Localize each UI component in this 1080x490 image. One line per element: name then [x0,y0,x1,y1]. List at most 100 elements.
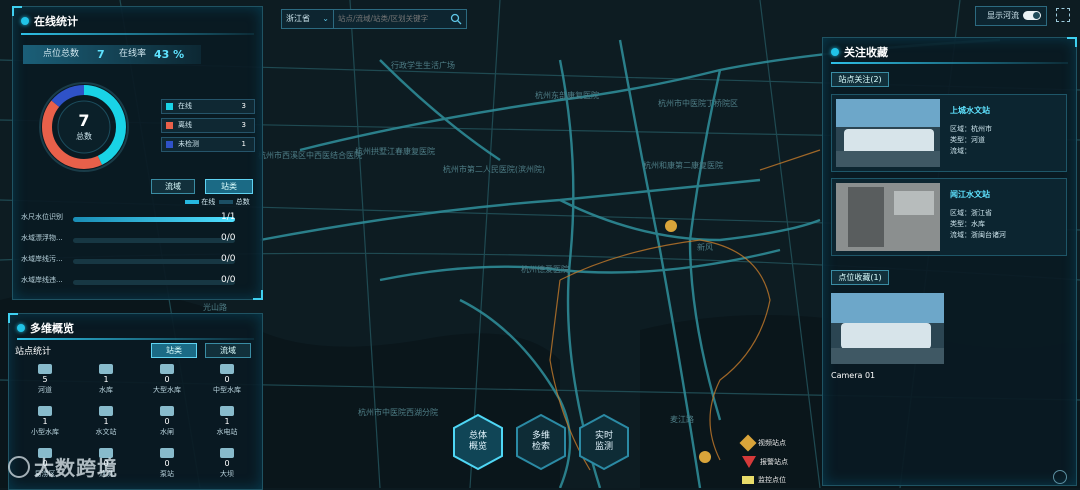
fullscreen-icon[interactable] [1056,8,1070,22]
station-photo [836,99,940,167]
toggle-switch[interactable] [1023,11,1041,20]
legend-offline: 离线 3 [161,118,255,133]
station-stat-count: 1 [103,375,109,384]
map-label: 杭州市第二人民医院(滨州院) [443,164,545,174]
total-value: 7 [97,48,105,61]
station-stat-label: 中型水库 [213,386,241,394]
progress-track [73,280,235,285]
title-dot-icon [17,324,25,332]
legend-alarm-station: 报警站点 [742,456,788,468]
station-card[interactable]: 闻江水文站 区域：浙江省 类型：水库 流域：浙闽台诸河 [831,178,1067,256]
station-stats-label: 站点统计 [15,347,52,357]
station-type-icon [99,364,113,374]
station-stat-item[interactable]: 0 大型水库 [147,364,187,395]
favorites-panel: 关注收藏 站点关注(2) 上城水文站 区域：杭州市 类型：河道 流域： 闻江水文… [822,37,1077,486]
progress-row: 水域岸线违... 0/0 [21,275,261,289]
map-label: 新风 [697,242,713,252]
rate-value: 43 % [154,48,185,61]
progress-label: 水域岸线违... [21,276,63,284]
station-type-icon [220,364,234,374]
progress-track [73,217,235,222]
map-label: 杭州东部康复医院 [535,90,599,100]
station-type-icon [220,448,234,458]
station-stat-count: 1 [42,417,48,426]
station-type-icon [38,406,52,416]
online-stats-panel: 在线统计 点位总数 7 在线率 43 % 7 总数 在线 3 离线 3 未检测 1 流… [12,6,263,300]
progress-value: 1/1 [221,212,236,222]
station-photo [836,183,940,251]
tab-station-type[interactable]: 站类 [205,179,253,194]
station-type-icon [160,448,174,458]
title-dot-icon [831,48,839,56]
tab-basin[interactable]: 流域 [151,179,195,194]
search-bar: 浙江省 ⌄ [281,9,467,29]
progress-label: 水尺水位识别 [21,213,63,221]
point-favorite-tab[interactable]: 点位收藏(1) [831,270,889,285]
station-stat-label: 大型水库 [153,386,181,394]
search-input[interactable] [338,12,446,25]
station-stat-item[interactable]: 0 大坝 [207,448,247,479]
tab-station-type[interactable]: 站类 [151,343,197,358]
mini-legend: 在线 总数 [185,197,250,207]
station-stat-label: 水文站 [95,428,117,436]
legend-video-station: 视频站点 [739,434,786,452]
station-follow-tab[interactable]: 站点关注(2) [831,72,889,87]
map-label: 行政学生生活广场 [391,60,455,70]
progress-row: 水域漂浮物... 0/0 [21,233,261,247]
river-toggle-label: 显示河流 [987,11,1019,20]
donut-label: 总数 [76,132,92,141]
station-stat-label: 水闸 [160,428,174,436]
compass-icon[interactable] [1053,470,1067,484]
station-basin: 流域：浙闽台诸河 [950,231,1006,239]
station-stat-item[interactable]: 0 水闸 [147,406,187,437]
summary-bar: 点位总数 7 在线率 43 % [23,45,201,64]
progress-track [73,238,235,243]
map-label: 杭州市中医院丁桥院区 [658,98,738,108]
station-stat-item[interactable]: 5 河道 [25,364,65,395]
search-icon[interactable] [450,13,462,25]
station-stat-label: 水库 [99,386,113,394]
progress-row: 水域岸线污... 0/0 [21,254,261,268]
tab-basin[interactable]: 流域 [205,343,251,358]
map-label: 光山路 [203,302,227,312]
watermark-logo: 大数跨境 [8,452,118,481]
station-name[interactable]: 闻江水文站 [950,189,990,200]
province-select[interactable]: 浙江省 ⌄ [282,10,334,28]
legend-monitor-point: 监控点位 [742,475,786,485]
multi-overview-title: 多维概览 [17,320,74,336]
station-stat-label: 泵站 [160,470,174,478]
nav-search-button[interactable]: 多维 检索 [515,413,567,471]
station-stat-count: 0 [224,459,230,468]
station-type-icon [38,364,52,374]
station-stat-count: 1 [224,417,230,426]
station-card[interactable]: 上城水文站 区域：杭州市 类型：河道 流域： [831,94,1067,172]
station-name[interactable]: 上城水文站 [950,105,990,116]
station-stat-item[interactable]: 0 泵站 [147,448,187,479]
nav-overview-button[interactable]: 总体 概览 [452,413,504,471]
rate-label: 在线率 [119,49,147,59]
map-label: 杭州德爱医院 [521,264,569,274]
station-stat-item[interactable]: 1 水库 [86,364,126,395]
station-stat-item[interactable]: 1 小型水库 [25,406,65,437]
station-stat-item[interactable]: 1 水文站 [86,406,126,437]
station-stat-item[interactable]: 0 中型水库 [207,364,247,395]
camera-thumbnail[interactable] [831,293,944,364]
progress-track [73,259,235,264]
progress-label: 水域漂浮物... [21,234,63,242]
station-type-icon [160,406,174,416]
station-stat-item[interactable]: 1 水电站 [207,406,247,437]
donut-value: 7 [78,111,90,130]
station-type-icon [99,406,113,416]
station-stat-label: 小型水库 [31,428,59,436]
river-toggle[interactable]: 显示河流 [975,6,1047,26]
legend-online: 在线 3 [161,99,255,114]
nav-monitor-button[interactable]: 实时 监测 [578,413,630,471]
watermark-icon [8,455,30,478]
province-value: 浙江省 [286,14,310,23]
chevron-down-icon: ⌄ [322,14,329,23]
station-type: 类型：河道 [950,136,985,144]
map-label: 杭州市中医院西湖分院 [358,407,438,417]
station-stat-count: 1 [103,417,109,426]
station-stat-count: 0 [224,375,230,384]
station-area: 区域：浙江省 [950,209,992,217]
